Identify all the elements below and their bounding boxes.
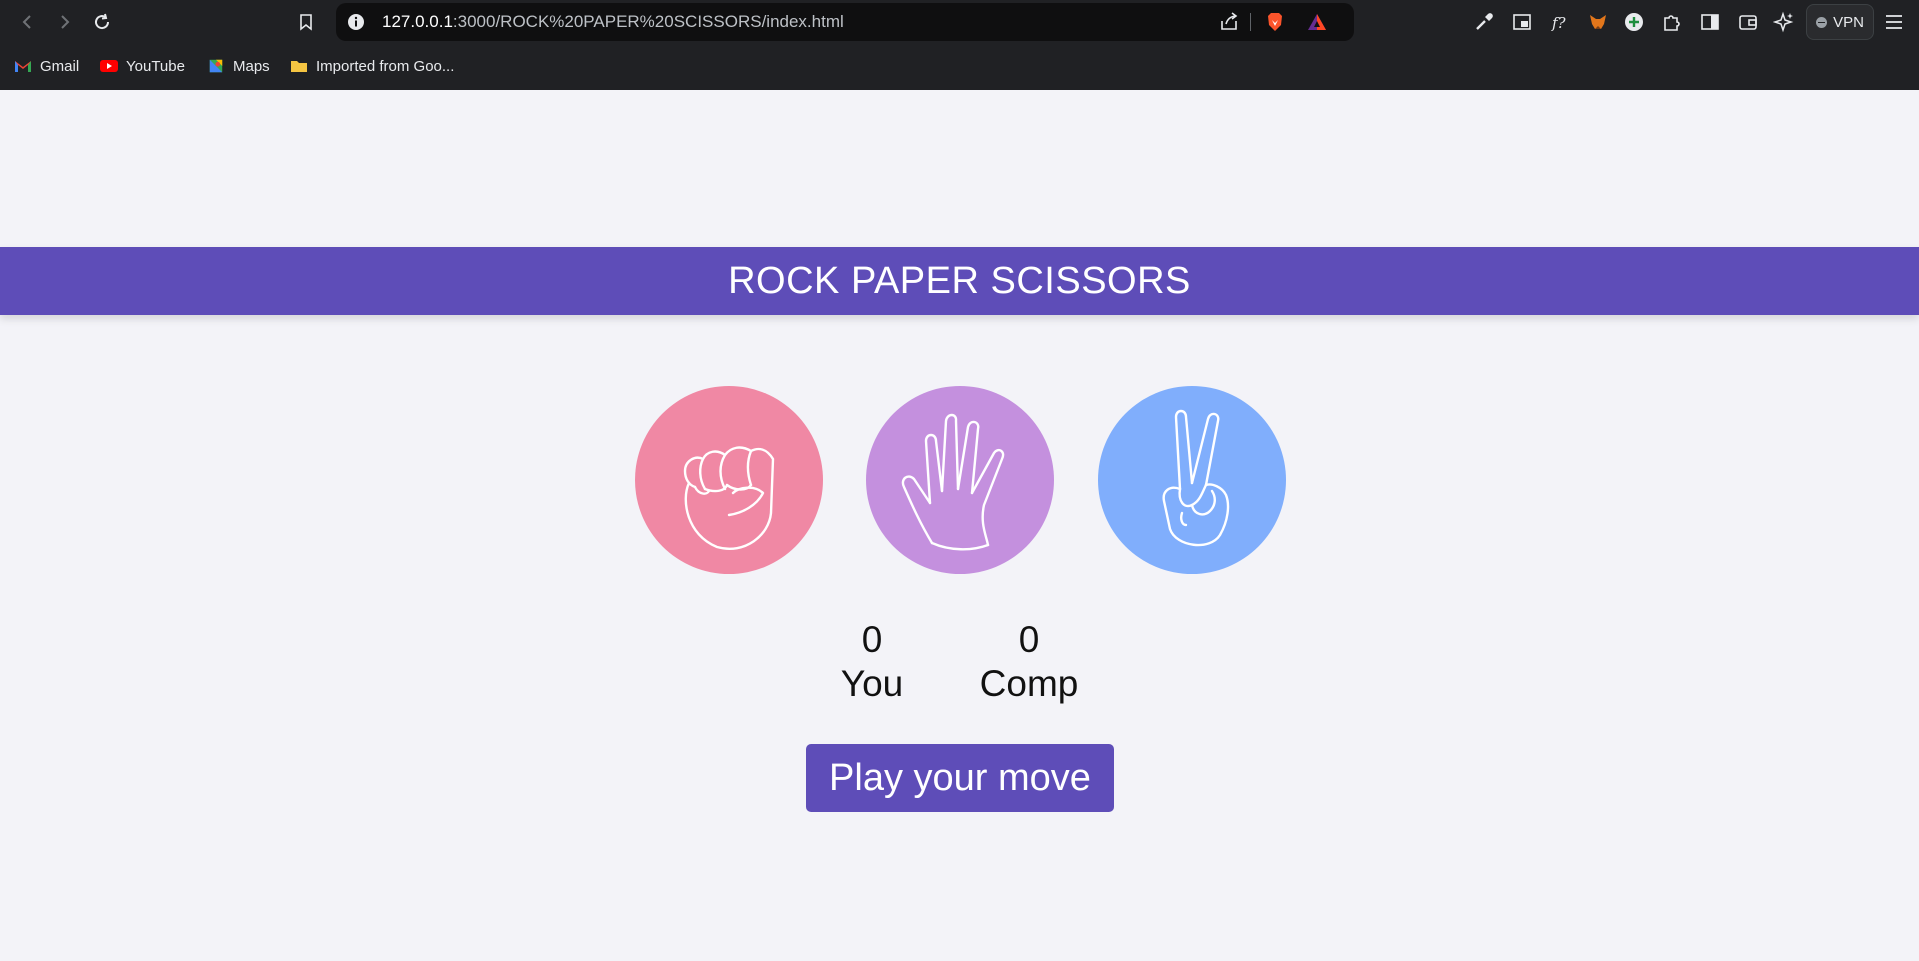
page-title: ROCK PAPER SCISSORS	[728, 259, 1191, 302]
bookmark-icon	[300, 14, 312, 31]
vpn-button[interactable]: VPN	[1806, 4, 1874, 40]
picture-in-picture-icon	[1513, 14, 1531, 30]
wallet-icon	[1739, 15, 1757, 30]
bookmark-folder-imported[interactable]: Imported from Goo...	[290, 54, 454, 78]
youtube-icon	[100, 60, 118, 72]
address-bar[interactable]: 127.0.0.1:3000/ROCK%20PAPER%20SCISSORS/i…	[336, 3, 1354, 41]
folder-icon	[291, 61, 307, 72]
gmail-icon	[15, 61, 31, 72]
svg-text:f?: f?	[1551, 14, 1567, 32]
font-finder-extension[interactable]: f?	[1548, 10, 1572, 34]
url-host: 127.0.0.1	[382, 12, 453, 31]
eyedropper-icon	[1476, 13, 1493, 30]
maps-icon	[209, 59, 223, 73]
player-score-label: You	[840, 663, 904, 704]
plus-circle-icon	[1625, 13, 1643, 31]
rewards-triangle-icon	[1308, 14, 1326, 30]
paper-choice[interactable]	[866, 386, 1054, 574]
puzzle-piece-icon	[1664, 15, 1680, 31]
brave-lion-icon	[1268, 13, 1282, 31]
back-arrow-icon	[22, 15, 31, 29]
metamask-extension[interactable]	[1586, 10, 1610, 34]
open-hand-icon	[901, 413, 1005, 551]
share-button[interactable]	[1218, 11, 1240, 33]
vpn-label: VPN	[1833, 13, 1864, 31]
play-your-move-button[interactable]: Play your move	[806, 744, 1114, 812]
url-path: :3000/ROCK%20PAPER%20SCISSORS/index.html	[452, 12, 844, 31]
bookmark-youtube[interactable]: YouTube	[100, 54, 185, 78]
peace-hand-icon	[1162, 409, 1230, 547]
wallet-button[interactable]	[1736, 10, 1760, 34]
rock-choice[interactable]	[635, 386, 823, 574]
hamburger-menu-icon	[1886, 15, 1902, 29]
bookmarks-bar: Gmail YouTube Maps Imported from Goo...	[0, 50, 1919, 82]
vpn-status-icon	[1816, 16, 1828, 28]
add-extension-button[interactable]	[1622, 10, 1646, 34]
sparkle-icon	[1773, 11, 1794, 33]
player-score: 0 You	[836, 618, 908, 706]
computer-score: 0 Comp	[976, 618, 1082, 706]
player-score-value: 0	[861, 619, 883, 660]
fox-icon	[1590, 15, 1606, 29]
bookmark-label: Maps	[233, 57, 270, 75]
title-banner: ROCK PAPER SCISSORS	[0, 247, 1919, 315]
site-info-icon[interactable]	[346, 12, 366, 32]
bookmark-label: YouTube	[126, 57, 185, 75]
reload-icon	[95, 13, 110, 30]
browser-toolbar: 127.0.0.1:3000/ROCK%20PAPER%20SCISSORS/i…	[0, 0, 1919, 44]
url-text[interactable]: 127.0.0.1:3000/ROCK%20PAPER%20SCISSORS/i…	[382, 3, 844, 41]
brave-rewards-button[interactable]	[1306, 11, 1328, 33]
extensions-menu-button[interactable]	[1660, 10, 1684, 34]
leo-ai-button[interactable]	[1772, 10, 1796, 34]
scissors-choice[interactable]	[1098, 386, 1286, 574]
bookmark-page-button[interactable]	[292, 8, 320, 36]
bookmark-label: Imported from Goo...	[316, 57, 455, 75]
computer-score-value: 0	[1018, 619, 1040, 660]
sidebar-icon	[1701, 14, 1719, 30]
back-button[interactable]	[14, 8, 42, 36]
share-icon	[1221, 12, 1238, 30]
bookmark-maps[interactable]: Maps	[207, 54, 270, 78]
brave-shields-button[interactable]	[1264, 11, 1286, 33]
fist-icon	[683, 446, 775, 550]
forward-button[interactable]	[50, 8, 78, 36]
main-menu-button[interactable]	[1882, 10, 1906, 34]
bookmark-gmail[interactable]: Gmail	[14, 54, 79, 78]
url-separator	[1250, 13, 1251, 31]
sidebar-toggle-button[interactable]	[1698, 10, 1722, 34]
reload-button[interactable]	[88, 8, 116, 36]
picture-in-picture-extension[interactable]	[1510, 10, 1534, 34]
forward-arrow-icon	[61, 15, 70, 29]
computer-score-label: Comp	[979, 663, 1079, 704]
bookmark-label: Gmail	[40, 57, 80, 75]
browser-chrome: 127.0.0.1:3000/ROCK%20PAPER%20SCISSORS/i…	[0, 0, 1919, 90]
font-question-icon: f?	[1551, 14, 1567, 32]
eyedropper-extension[interactable]	[1472, 10, 1496, 34]
